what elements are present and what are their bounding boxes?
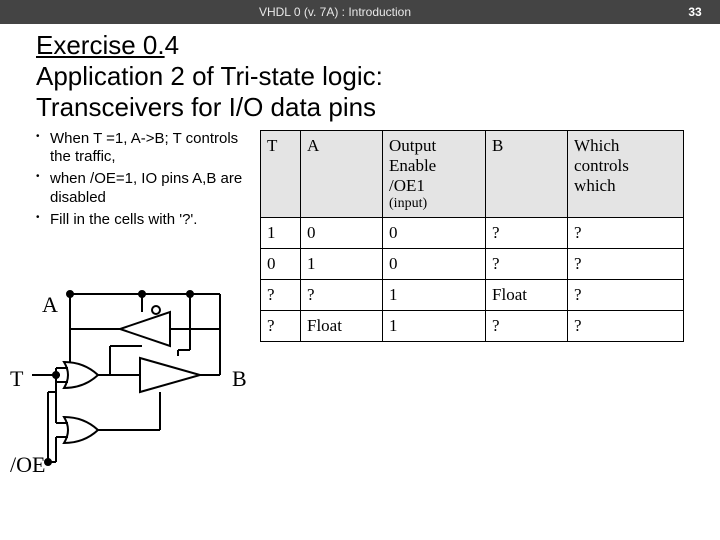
cell: 1: [261, 217, 301, 248]
title-line1-underlined: Exercise 0.: [36, 30, 165, 60]
cell: ?: [568, 217, 684, 248]
transceiver-diagram: A T B /OE: [10, 272, 260, 502]
diagram-label-OE: /OE: [10, 452, 45, 478]
truth-table: T A Output Enable /OE1 (input) B Which c…: [260, 130, 684, 342]
cell: ?: [486, 310, 568, 341]
th-OE: Output Enable /OE1 (input): [383, 130, 486, 217]
cell: Float: [301, 310, 383, 341]
diagram-label-T: T: [10, 366, 23, 392]
th-which-l2: controls: [574, 156, 629, 175]
th-which-l3: which: [574, 176, 616, 195]
cell: ?: [486, 248, 568, 279]
bullet-item: Fill in the cells with '?'.: [36, 211, 260, 230]
th-which-l1: Which: [574, 136, 619, 155]
cell: Float: [486, 279, 568, 310]
cell: ?: [261, 310, 301, 341]
title-line3: Transceivers for I/O data pins: [36, 92, 376, 122]
th-OE-l4: (input): [389, 196, 479, 212]
th-B: B: [486, 130, 568, 217]
table-header-row: T A Output Enable /OE1 (input) B Which c…: [261, 130, 684, 217]
diagram-label-A: A: [42, 292, 58, 318]
bullet-item: When T =1, A->B; T controls the traffic,: [36, 130, 260, 168]
cell: ?: [261, 279, 301, 310]
page-number: 33: [670, 5, 720, 19]
cell: 0: [301, 217, 383, 248]
table-row: 0 1 0 ? ?: [261, 248, 684, 279]
th-OE-l3: /OE1: [389, 176, 425, 195]
title-line2: Application 2 of Tri-state logic:: [36, 61, 383, 91]
slide-header: VHDL 0 (v. 7A) : Introduction 33: [0, 0, 720, 24]
table-row: 1 0 0 ? ?: [261, 217, 684, 248]
th-A: A: [301, 130, 383, 217]
diagram-label-B: B: [232, 366, 247, 392]
cell: 1: [383, 310, 486, 341]
exercise-title: Exercise 0.4 Application 2 of Tri-state …: [36, 30, 684, 124]
cell: 0: [383, 248, 486, 279]
cell: 0: [383, 217, 486, 248]
th-which: Which controls which: [568, 130, 684, 217]
cell: 0: [261, 248, 301, 279]
cell: ?: [568, 248, 684, 279]
th-OE-l2: Enable: [389, 156, 436, 175]
th-OE-l1: Output: [389, 136, 436, 155]
cell: ?: [568, 310, 684, 341]
cell: 1: [383, 279, 486, 310]
th-T: T: [261, 130, 301, 217]
table-row: ? Float 1 ? ?: [261, 310, 684, 341]
title-line1-suffix: 4: [165, 30, 179, 60]
table-row: ? ? 1 Float ?: [261, 279, 684, 310]
header-title: VHDL 0 (v. 7A) : Introduction: [0, 5, 670, 19]
cell: ?: [301, 279, 383, 310]
cell: 1: [301, 248, 383, 279]
cell: ?: [568, 279, 684, 310]
bullet-item: when /OE=1, IO pins A,B are disabled: [36, 170, 260, 208]
cell: ?: [486, 217, 568, 248]
